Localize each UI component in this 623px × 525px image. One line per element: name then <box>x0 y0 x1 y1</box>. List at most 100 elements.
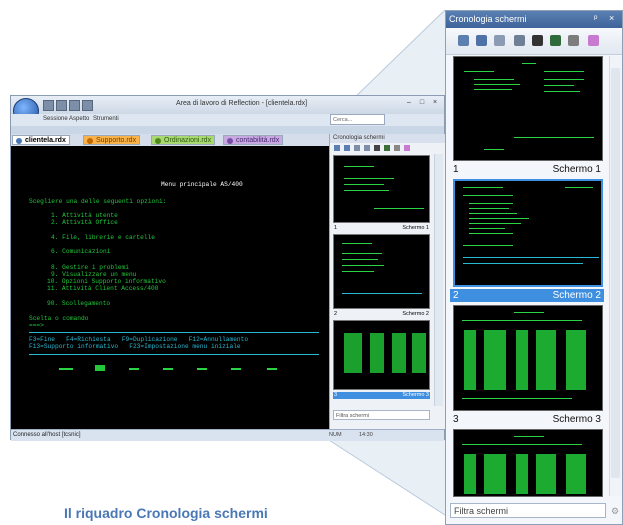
copy-icon[interactable] <box>494 35 505 46</box>
tab-ordinazioni[interactable]: Ordinazioni.rdx <box>151 135 216 145</box>
function-keys-line: F13=Supporto informativo F23=Impostazion… <box>29 343 241 350</box>
terminal-heading: Menu principale AS/400 <box>161 181 243 188</box>
terminal-line: 2. Attività Office <box>51 219 118 226</box>
filter-icon[interactable] <box>568 35 579 46</box>
document-icon <box>87 138 93 144</box>
hotspot[interactable] <box>59 368 73 370</box>
screen-thumbnail[interactable] <box>333 234 430 309</box>
hotspot[interactable] <box>231 368 241 370</box>
hotspot[interactable] <box>129 368 139 370</box>
hotspot[interactable] <box>197 368 207 370</box>
menu-sessione[interactable]: Sessione <box>43 116 68 122</box>
screen-history-panel-small: Cronologia schermi 1 Schermo 1 2 Schermo… <box>329 134 446 429</box>
figure-caption: Il riquadro Cronologia schermi <box>64 505 268 521</box>
save-icon[interactable] <box>476 35 487 46</box>
open-icon[interactable] <box>56 100 67 111</box>
panel-toolbar <box>330 143 446 153</box>
maximize-icon[interactable]: □ <box>416 98 428 108</box>
terminal-screen[interactable]: Menu principale AS/400 Scegliere una del… <box>11 146 329 429</box>
minimize-icon[interactable]: – <box>403 98 415 108</box>
caption-number: 2 <box>453 290 459 301</box>
tab-label: clientela.rdx <box>25 137 66 144</box>
screen-thumbnail[interactable] <box>453 56 603 161</box>
cursor-position: 14:30 <box>359 432 373 438</box>
document-icon <box>16 138 22 144</box>
save-icon[interactable] <box>344 145 350 151</box>
caption-name: Schermo 1 <box>552 164 601 175</box>
screen-history-panel: Cronologia schermi ᵖ × 1 Schermo 1 2 Sch… <box>445 10 623 525</box>
caption-name: Schermo 3 <box>402 392 429 398</box>
screen-thumbnail[interactable] <box>333 155 430 223</box>
camera-icon[interactable] <box>374 145 380 151</box>
document-tabs: clientela.rdx Supporto.rdx Ordinazioni.r… <box>11 134 329 146</box>
terminal-line: 90. Scollegamento <box>47 300 111 307</box>
screen-thumbnail-selected[interactable] <box>453 179 603 287</box>
tab-clientela[interactable]: clientela.rdx <box>12 135 70 145</box>
camera-icon[interactable] <box>532 35 543 46</box>
thumbnail-caption: 3 Schermo 3 <box>450 413 604 426</box>
print-icon[interactable] <box>82 100 93 111</box>
clear-filter-icon[interactable]: ⚙ <box>611 506 619 517</box>
caption-name: Schermo 2 <box>552 290 601 301</box>
tab-label: Supporto.rdx <box>96 137 137 144</box>
tab-supporto[interactable]: Supporto.rdx <box>83 135 141 145</box>
caption-number: 1 <box>334 225 338 231</box>
thumbnail-caption: 2 Schermo 2 <box>333 311 430 318</box>
eraser-icon[interactable] <box>588 35 599 46</box>
new-icon[interactable] <box>43 100 54 111</box>
copy-icon[interactable] <box>354 145 360 151</box>
scrollbar[interactable] <box>609 56 622 496</box>
settings-icon[interactable] <box>384 145 390 151</box>
screen-thumbnail[interactable] <box>333 320 430 390</box>
num-lock-indicator: NUM <box>329 432 342 438</box>
terminal-line: 11. Attività Client Access/400 <box>47 285 159 292</box>
tab-contabilita[interactable]: contabilità.rdx <box>223 135 284 145</box>
hotspot[interactable] <box>267 368 277 370</box>
settings-icon[interactable] <box>550 35 561 46</box>
save-icon[interactable] <box>69 100 80 111</box>
back-screen-icon[interactable] <box>458 35 469 46</box>
caption-name: Schermo 3 <box>552 414 601 425</box>
scrollbar-thumb[interactable] <box>611 68 620 478</box>
menu-strumenti[interactable]: Strumenti <box>93 116 119 122</box>
document-icon <box>155 138 161 144</box>
print-icon[interactable] <box>364 145 370 151</box>
filter-icon[interactable] <box>394 145 400 151</box>
scrollbar[interactable] <box>434 154 443 406</box>
hotspot-selected[interactable] <box>95 365 105 371</box>
back-screen-icon[interactable] <box>334 145 340 151</box>
caption-number: 1 <box>453 164 459 175</box>
panel-toolbar <box>446 28 622 55</box>
document-icon <box>227 138 233 144</box>
screen-thumbnail[interactable] <box>453 429 603 497</box>
command-prompt[interactable]: ===> <box>29 322 44 329</box>
hotspot[interactable] <box>163 368 173 370</box>
terminal-line: 9. Visualizzare un menu <box>51 271 137 278</box>
terminal-line: Scegliere una delle seguenti opzioni: <box>29 198 167 205</box>
thumbnail-caption-selected: 3 Schermo 3 <box>333 392 430 399</box>
thumbnail-caption-selected: 2 Schermo 2 <box>450 289 604 302</box>
print-icon[interactable] <box>514 35 525 46</box>
caption-name: Schermo 2 <box>402 311 429 317</box>
caption-number: 2 <box>334 311 338 317</box>
search-input[interactable]: Cerca... <box>330 114 385 125</box>
function-keys-line: F3=Fine F4=Richiesta F9=Duplicazione F12… <box>29 336 249 343</box>
pin-icon[interactable]: ᵖ <box>594 13 597 23</box>
thumbnail-caption: 1 Schermo 1 <box>333 225 430 232</box>
title-bar: Area di lavoro di Reflection - [clientel… <box>11 96 444 114</box>
caption-name: Schermo 1 <box>402 225 429 231</box>
terminal-line: 4. File, librerie e cartelle <box>51 234 155 241</box>
terminal-line: 6. Comunicazioni <box>51 248 111 255</box>
filter-screens-input[interactable]: Filtra schermi <box>450 503 606 518</box>
thumbnail-caption: 1 Schermo 1 <box>450 163 604 176</box>
close-icon[interactable]: × <box>429 98 441 108</box>
eraser-icon[interactable] <box>404 145 410 151</box>
panel-title: Cronologia schermi <box>449 14 527 24</box>
menu-aspetto[interactable]: Aspetto <box>69 116 89 122</box>
terminal-line: 8. Gestire i problemi <box>51 264 129 271</box>
close-icon[interactable]: × <box>609 13 614 23</box>
tab-label: Ordinazioni.rdx <box>164 137 212 144</box>
tab-label: contabilità.rdx <box>236 137 280 144</box>
filter-screens-input[interactable]: Filtra schermi <box>333 410 430 420</box>
screen-thumbnail[interactable] <box>453 305 603 411</box>
